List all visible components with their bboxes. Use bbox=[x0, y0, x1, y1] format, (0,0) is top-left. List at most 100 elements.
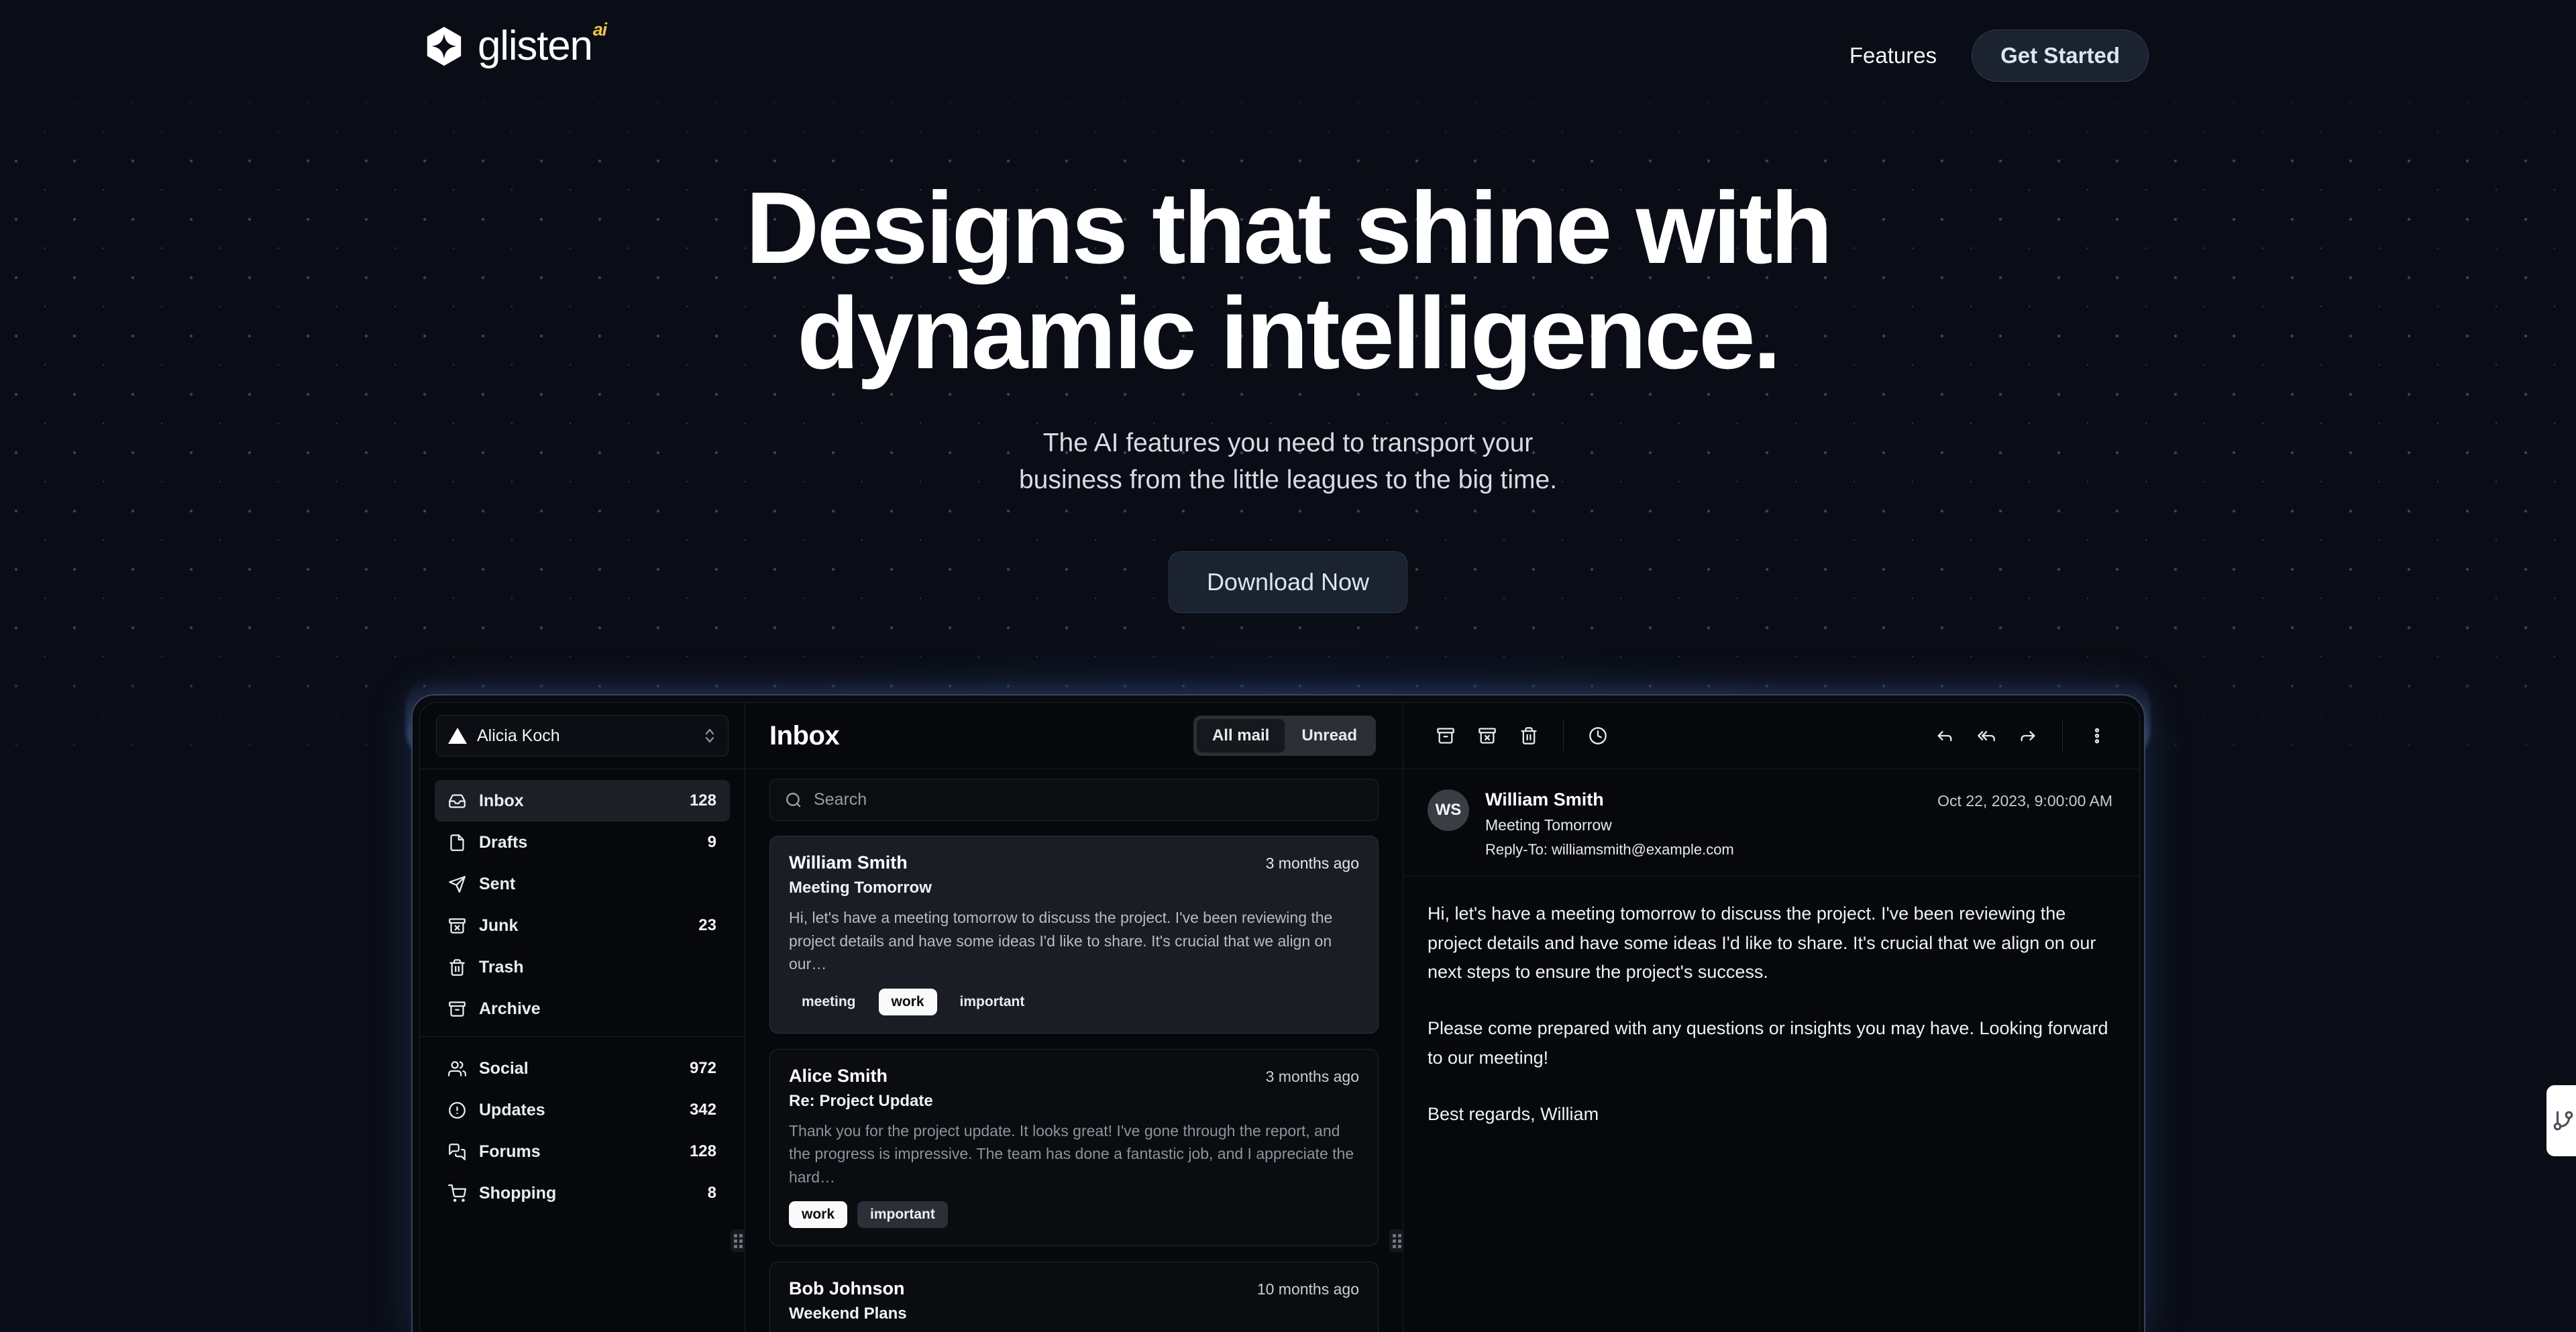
reading-body-paragraph: Best regards, William bbox=[1428, 1103, 1599, 1124]
mail-preview: Thank you for the project update. It loo… bbox=[789, 1121, 1354, 1186]
mail-item-top: William Smith 3 months ago bbox=[789, 852, 1359, 873]
hero-heading-line-1: Designs that shine with bbox=[745, 171, 1833, 285]
sidebar-item-inbox[interactable]: Inbox 128 bbox=[435, 780, 730, 822]
page-root: glistenai Features Get Started Designs t… bbox=[0, 0, 2576, 1332]
hero-subtitle-line-2: business from the little leagues to the … bbox=[1018, 465, 1558, 495]
sidebar-label: Drafts bbox=[479, 832, 528, 852]
brand-logo[interactable]: glistenai bbox=[423, 21, 607, 67]
sidebar-item-shopping[interactable]: Shopping 8 bbox=[435, 1172, 730, 1214]
clock-icon bbox=[1589, 727, 1607, 744]
reading-date: Oct 22, 2023, 9:00:00 AM bbox=[1937, 792, 2112, 810]
trash-icon bbox=[1521, 727, 1537, 744]
sidebar-count: 23 bbox=[698, 916, 716, 934]
search-placeholder: Search bbox=[814, 790, 867, 809]
status-badge[interactable]: work bbox=[878, 988, 937, 1015]
users-icon bbox=[448, 1060, 466, 1076]
tab-all-mail[interactable]: All mail bbox=[1196, 719, 1285, 753]
status-badge[interactable]: important bbox=[947, 989, 1038, 1015]
sidebar-item-updates[interactable]: Updates 342 bbox=[435, 1089, 730, 1131]
search-icon bbox=[786, 792, 801, 808]
mail-sender: Bob Johnson bbox=[789, 1278, 905, 1298]
forward-button[interactable] bbox=[2007, 715, 2049, 757]
more-options-button[interactable] bbox=[2076, 715, 2118, 757]
reading-body-paragraph: Please come prepared with any questions … bbox=[1428, 1018, 2108, 1068]
page-title: Inbox bbox=[769, 720, 840, 751]
archive-button[interactable] bbox=[1425, 715, 1466, 757]
reply-button[interactable] bbox=[1924, 715, 1966, 757]
sidebar-item-trash[interactable]: Trash bbox=[435, 946, 730, 988]
list-resize-handle[interactable] bbox=[1389, 1229, 1404, 1252]
archive-x-icon bbox=[1479, 728, 1496, 744]
tab-unread[interactable]: Unread bbox=[1286, 719, 1373, 753]
sidebar-label: Social bbox=[479, 1058, 529, 1078]
mail-sender: Alice Smith bbox=[789, 1065, 888, 1086]
status-badge[interactable]: meeting bbox=[789, 989, 869, 1015]
move-to-junk-button[interactable] bbox=[1466, 715, 1508, 757]
account-switcher[interactable]: Alicia Koch bbox=[436, 715, 729, 757]
mail-timestamp: 10 months ago bbox=[1256, 1280, 1359, 1298]
search-input[interactable]: Search bbox=[769, 779, 1379, 821]
status-badge[interactable]: important bbox=[857, 1201, 948, 1228]
mail-subject: Meeting Tomorrow bbox=[789, 879, 932, 897]
site-header: glistenai Features Get Started bbox=[0, 0, 2576, 101]
mail-reading-pane: WS William Smith Meeting Tomorrow Reply-… bbox=[1403, 703, 2139, 1332]
mail-sidebar: Alicia Koch Inbox 128 Drafts 9 Sent Junk… bbox=[420, 703, 745, 1332]
reading-subject: Meeting Tomorrow bbox=[1485, 816, 1612, 834]
mail-timestamp: 3 months ago bbox=[1265, 854, 1359, 872]
sidebar-primary-group: Inbox 128 Drafts 9 Sent Junk 23 Trash Ar… bbox=[420, 769, 745, 1036]
mail-list-header: Inbox All mail Unread bbox=[745, 703, 1403, 769]
mail-preview: Hi, let's have a meeting tomorrow to dis… bbox=[789, 909, 1333, 973]
mail-timestamp: 3 months ago bbox=[1265, 1067, 1359, 1085]
mail-tags: work important bbox=[789, 1201, 1359, 1228]
mail-tags: meeting work important bbox=[789, 988, 1359, 1015]
reading-body-paragraph: Hi, let's have a meeting tomorrow to dis… bbox=[1428, 903, 2096, 983]
diamond-hexagon-logo-icon bbox=[423, 25, 465, 67]
mail-sender: William Smith bbox=[789, 852, 908, 873]
message-square-icon bbox=[449, 1143, 466, 1160]
shopping-cart-icon bbox=[448, 1184, 466, 1202]
reading-body: Hi, let's have a meeting tomorrow to dis… bbox=[1403, 876, 2139, 1156]
edge-panel-tab[interactable] bbox=[2546, 1085, 2576, 1156]
get-started-button[interactable]: Get Started bbox=[1972, 30, 2149, 82]
brand-suffix: ai bbox=[592, 19, 607, 40]
sidebar-count: 128 bbox=[689, 1142, 716, 1160]
sidebar-label: Shopping bbox=[479, 1183, 557, 1203]
sidebar-count: 9 bbox=[707, 833, 716, 851]
sidebar-label: Forums bbox=[479, 1142, 541, 1161]
mail-item-top: Bob Johnson 10 months ago bbox=[789, 1278, 1359, 1299]
status-badge[interactable]: work bbox=[789, 1201, 848, 1228]
snooze-button[interactable] bbox=[1577, 715, 1619, 757]
account-switcher-row: Alicia Koch bbox=[420, 703, 745, 769]
reading-toolbar bbox=[1403, 703, 2139, 769]
mail-list-item[interactable]: Bob Johnson 10 months ago Weekend Plans … bbox=[769, 1262, 1379, 1332]
avatar: WS bbox=[1428, 789, 1469, 831]
sidebar-item-sent[interactable]: Sent bbox=[435, 863, 730, 905]
forward-icon bbox=[2021, 731, 2035, 742]
reply-all-button[interactable] bbox=[1966, 715, 2007, 757]
sidebar-item-drafts[interactable]: Drafts 9 bbox=[435, 822, 730, 863]
mail-subject: Re: Project Update bbox=[789, 1091, 933, 1110]
toolbar-separator-right bbox=[2062, 720, 2063, 751]
sidebar-item-junk[interactable]: Junk 23 bbox=[435, 905, 730, 946]
sidebar-count: 8 bbox=[707, 1184, 716, 1202]
mail-list-item[interactable]: Alice Smith 3 months ago Re: Project Upd… bbox=[769, 1048, 1379, 1246]
sidebar-item-social[interactable]: Social 972 bbox=[435, 1048, 730, 1089]
move-to-trash-button[interactable] bbox=[1508, 715, 1550, 757]
nav-link-features[interactable]: Features bbox=[1849, 43, 1937, 68]
search-wrapper: Search bbox=[745, 769, 1403, 836]
sidebar-count: 128 bbox=[689, 791, 716, 810]
sidebar-resize-handle[interactable] bbox=[731, 1229, 745, 1252]
file-icon bbox=[450, 834, 464, 851]
sidebar-item-forums[interactable]: Forums 128 bbox=[435, 1131, 730, 1172]
email-app-inner: Alicia Koch Inbox 128 Drafts 9 Sent Junk… bbox=[419, 702, 2140, 1332]
download-now-button[interactable]: Download Now bbox=[1168, 551, 1408, 613]
header-nav: Features Get Started bbox=[1849, 30, 2149, 82]
reading-sender-name: William Smith bbox=[1485, 789, 1604, 810]
sidebar-label: Trash bbox=[479, 957, 524, 977]
sidebar-item-archive[interactable]: Archive bbox=[435, 988, 730, 1030]
mail-list-item[interactable]: William Smith 3 months ago Meeting Tomor… bbox=[769, 836, 1379, 1034]
reading-reply-to: Reply-To: williamsmith@example.com bbox=[1485, 841, 1734, 858]
email-app-window: Alicia Koch Inbox 128 Drafts 9 Sent Junk… bbox=[411, 694, 2145, 1332]
toolbar-separator-left bbox=[1563, 720, 1564, 751]
mail-list: William Smith 3 months ago Meeting Tomor… bbox=[745, 836, 1403, 1332]
